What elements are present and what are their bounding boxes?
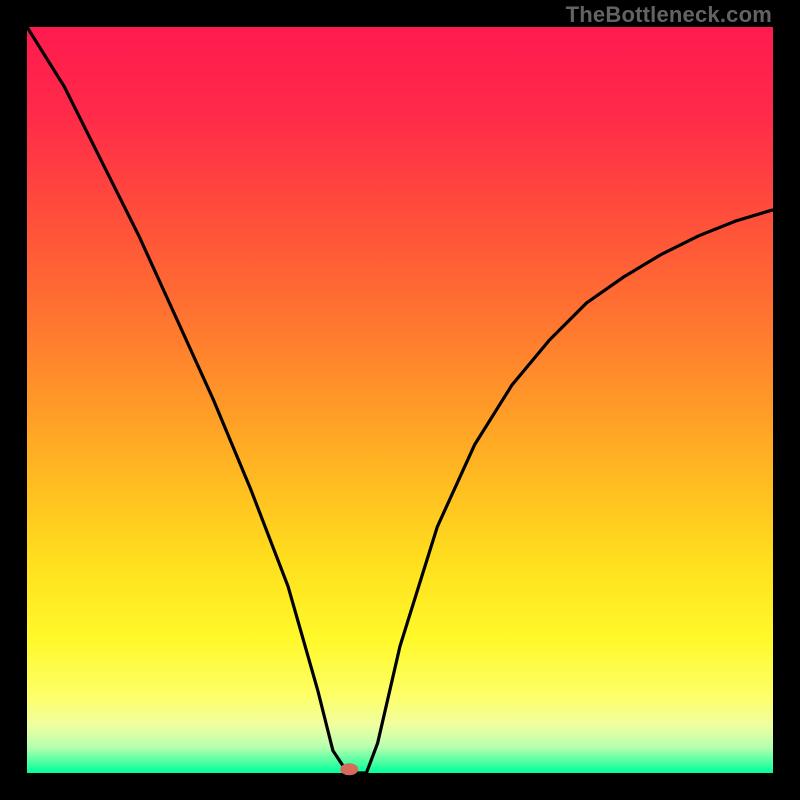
chart-frame: TheBottleneck.com	[0, 0, 800, 800]
optimal-marker	[340, 763, 358, 775]
bottleneck-chart	[0, 0, 800, 800]
plot-background	[27, 27, 773, 773]
